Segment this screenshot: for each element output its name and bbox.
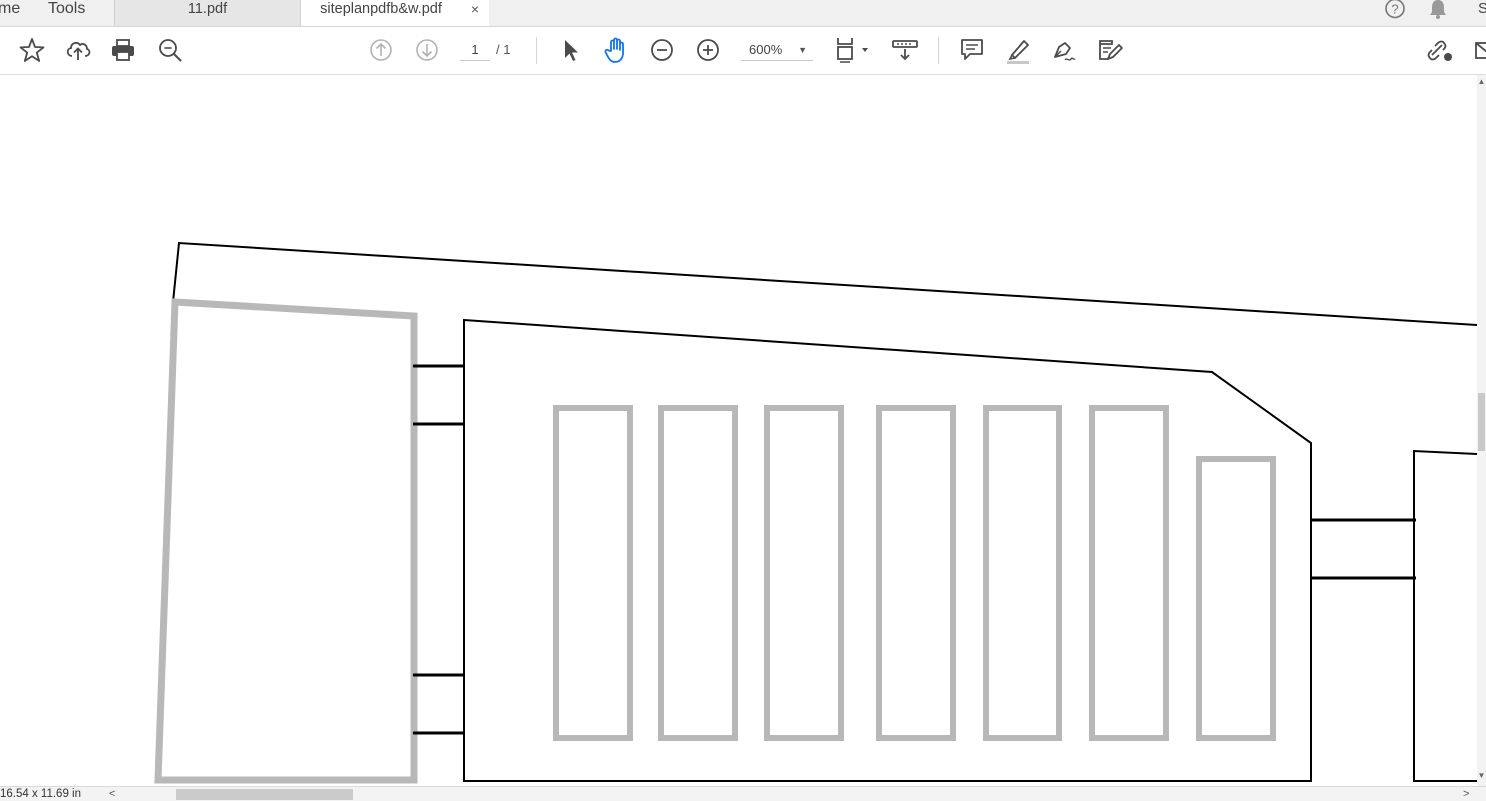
- zoom-in-icon[interactable]: [693, 35, 723, 65]
- tab-bar: me Tools 11.pdf siteplanpdfb&w.pdf × ? S: [0, 0, 1486, 27]
- document-view[interactable]: [0, 75, 1477, 786]
- tools-tab[interactable]: Tools: [48, 0, 85, 26]
- site-plan-drawing: [154, 241, 1477, 784]
- page-total: / 1: [496, 42, 511, 57]
- left-building: [154, 298, 418, 784]
- account-initial[interactable]: S: [1478, 0, 1486, 26]
- right-block: [1413, 449, 1477, 782]
- comment-icon[interactable]: [957, 35, 987, 65]
- tab-label: 11.pdf: [187, 1, 228, 17]
- scroll-mode-icon[interactable]: [890, 35, 920, 65]
- scroll-right-icon[interactable]: >: [1463, 787, 1469, 801]
- highlight-icon[interactable]: [1003, 35, 1033, 65]
- toolbar-divider: [938, 37, 939, 64]
- parking-slot: [553, 405, 633, 741]
- share-link-icon[interactable]: [1426, 35, 1456, 65]
- zoom-search-icon[interactable]: [155, 35, 185, 65]
- zoom-out-icon[interactable]: [647, 35, 677, 65]
- vertical-scroll-thumb[interactable]: [1478, 393, 1485, 451]
- mail-icon[interactable]: [1472, 35, 1486, 65]
- fit-page-icon[interactable]: [833, 35, 873, 65]
- hand-tool-icon[interactable]: [601, 35, 631, 65]
- parking-slot: [876, 405, 956, 741]
- chevron-down-icon: ▼: [798, 45, 807, 55]
- scroll-down-icon[interactable]: ▼: [1477, 771, 1486, 780]
- parking-slot: [658, 405, 738, 741]
- zoom-value: 600%: [749, 42, 783, 57]
- next-page-icon[interactable]: [412, 35, 442, 65]
- toolbar: 1 / 1 600% ▼: [0, 27, 1486, 75]
- status-bar: 16.54 x 11.69 in < >: [0, 786, 1486, 801]
- bookmark-star-icon[interactable]: [17, 35, 47, 65]
- toolbar-divider: [536, 37, 537, 64]
- vertical-scrollbar[interactable]: ▲ ▼: [1477, 75, 1486, 786]
- bell-icon[interactable]: [1427, 0, 1449, 20]
- cloud-upload-icon[interactable]: [63, 35, 93, 65]
- edit-pdf-icon[interactable]: [1094, 35, 1124, 65]
- horizontal-scroll-thumb[interactable]: [176, 789, 353, 800]
- scroll-up-icon[interactable]: ▲: [1477, 77, 1486, 86]
- scroll-left-icon[interactable]: <: [109, 787, 115, 801]
- page-size-label: 16.54 x 11.69 in: [0, 788, 81, 800]
- sign-icon[interactable]: [1048, 35, 1078, 65]
- svg-text:?: ?: [1391, 2, 1398, 17]
- home-tab[interactable]: me: [0, 0, 20, 26]
- prev-page-icon[interactable]: [366, 35, 396, 65]
- print-icon[interactable]: [108, 35, 138, 65]
- zoom-select[interactable]: 600% ▼: [741, 40, 813, 61]
- close-tab-icon[interactable]: ×: [471, 0, 479, 18]
- parking-slot: [764, 405, 844, 741]
- tab-11-pdf[interactable]: 11.pdf: [114, 0, 301, 26]
- parking-slot: [1089, 405, 1169, 741]
- tab-siteplan-pdf[interactable]: siteplanpdfb&w.pdf ×: [301, 0, 489, 26]
- select-arrow-icon[interactable]: [556, 35, 586, 65]
- page-number-input[interactable]: 1: [460, 40, 490, 61]
- help-icon[interactable]: ?: [1384, 0, 1406, 20]
- main-block: [463, 318, 1312, 782]
- parking-slot: [1196, 456, 1276, 741]
- parking-slot: [983, 405, 1062, 741]
- tab-label: siteplanpdfb&w.pdf: [320, 1, 442, 17]
